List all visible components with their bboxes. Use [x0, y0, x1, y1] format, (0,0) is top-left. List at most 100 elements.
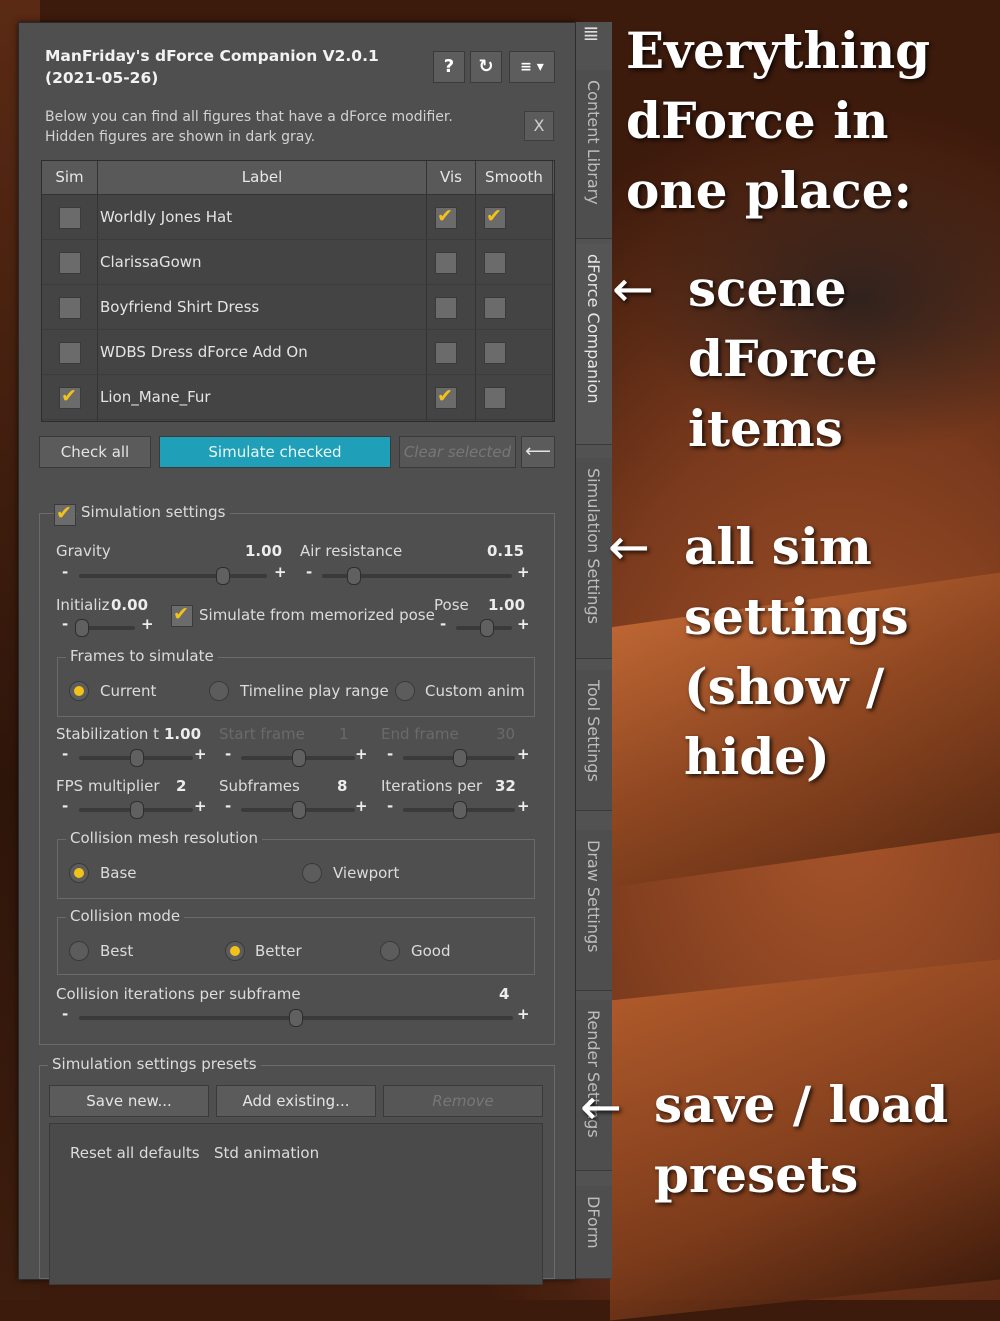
sim-checkbox[interactable] [59, 342, 81, 364]
end-frame-slider[interactable] [403, 749, 515, 767]
remove-preset-button[interactable]: Remove [383, 1085, 543, 1117]
stabilization-slider[interactable] [79, 749, 193, 767]
add-existing-preset-button[interactable]: Add existing... [216, 1085, 376, 1117]
smooth-checkbox[interactable] [484, 205, 506, 229]
frames-custom-radio[interactable] [395, 681, 415, 701]
tab-dform[interactable]: DForm [576, 1186, 612, 1279]
fps-multiplier-increase[interactable]: + [194, 797, 207, 815]
refresh-button[interactable]: ↻ [470, 51, 502, 83]
save-new-preset-button[interactable]: Save new... [49, 1085, 209, 1117]
initialize-decrease[interactable]: - [62, 615, 68, 633]
mode-better-radio[interactable] [225, 941, 245, 961]
smooth-checkbox[interactable] [484, 387, 506, 409]
gravity-decrease[interactable]: - [62, 563, 68, 581]
gravity-slider-handle[interactable] [216, 567, 230, 585]
subframes-slider-handle[interactable] [292, 801, 306, 819]
air-resistance-slider-handle[interactable] [347, 567, 361, 585]
collision-iterations-slider-handle[interactable] [289, 1009, 303, 1027]
mode-good-radio[interactable] [380, 941, 400, 961]
start-frame-decrease[interactable]: - [225, 745, 231, 763]
sim-checkbox[interactable] [59, 252, 81, 274]
table-row[interactable]: ClarissaGown [42, 240, 554, 285]
sim-checkbox[interactable] [59, 297, 81, 319]
tab-dforce-companion[interactable]: dForce Companion [576, 244, 612, 445]
column-sim[interactable]: Sim [42, 161, 98, 194]
gravity-increase[interactable]: + [274, 563, 287, 581]
subframes-slider[interactable] [241, 801, 355, 819]
vis-checkbox[interactable] [435, 297, 457, 319]
iterations-slider-handle[interactable] [453, 801, 467, 819]
air-resistance-increase[interactable]: + [517, 563, 530, 581]
back-arrow-button[interactable]: ⟵ [521, 436, 555, 468]
smooth-checkbox[interactable] [484, 297, 506, 319]
initialize-slider-handle[interactable] [75, 619, 89, 637]
vis-checkbox[interactable] [435, 385, 457, 409]
pose-decrease[interactable]: - [440, 615, 446, 633]
sim-checkbox[interactable] [59, 385, 81, 409]
stabilization-slider-handle[interactable] [130, 749, 144, 767]
gravity-slider[interactable] [79, 567, 267, 585]
smooth-checkbox[interactable] [484, 342, 506, 364]
subframes-decrease[interactable]: - [225, 797, 231, 815]
start-frame-increase[interactable]: + [355, 745, 368, 763]
tab-menu-icon[interactable]: ≣ [580, 22, 602, 44]
initialize-slider[interactable] [75, 619, 135, 637]
column-smooth[interactable]: Smooth [476, 161, 552, 194]
collision-iterations-decrease[interactable]: - [62, 1005, 68, 1023]
collision-iterations-increase[interactable]: + [517, 1005, 530, 1023]
vis-checkbox[interactable] [435, 252, 457, 274]
start-frame-slider[interactable] [241, 749, 355, 767]
table-row[interactable]: Worldly Jones Hat [42, 195, 554, 240]
clear-selected-button[interactable]: Clear selected [399, 436, 516, 468]
preset-item-std-animation[interactable]: Std animation [214, 1144, 319, 1162]
collision-iterations-slider[interactable] [79, 1009, 513, 1027]
mode-best-radio[interactable] [69, 941, 89, 961]
column-label[interactable]: Label [98, 161, 427, 194]
pose-slider[interactable] [456, 619, 512, 637]
smooth-checkbox[interactable] [484, 252, 506, 274]
check-all-button[interactable]: Check all [39, 436, 151, 468]
pose-slider-handle[interactable] [480, 619, 494, 637]
end-frame-decrease[interactable]: - [387, 745, 393, 763]
memorized-pose-checkbox[interactable] [171, 603, 193, 627]
initialize-increase[interactable]: + [141, 615, 154, 633]
column-vis[interactable]: Vis [427, 161, 476, 194]
fps-multiplier-slider[interactable] [79, 801, 193, 819]
panel-menu-button[interactable]: ≡ ▾ [509, 51, 555, 83]
pose-increase[interactable]: + [517, 615, 530, 633]
end-frame-slider-handle[interactable] [453, 749, 467, 767]
iterations-slider[interactable] [403, 801, 515, 819]
air-resistance-decrease[interactable]: - [306, 563, 312, 581]
memorized-pose-label: Simulate from memorized pose [199, 606, 435, 624]
stabilization-increase[interactable]: + [194, 745, 207, 763]
mesh-base-radio[interactable] [69, 863, 89, 883]
mesh-viewport-radio[interactable] [302, 863, 322, 883]
vis-checkbox[interactable] [435, 205, 457, 229]
fps-multiplier-decrease[interactable]: - [62, 797, 68, 815]
table-row[interactable]: Lion_Mane_Fur [42, 375, 554, 420]
iterations-decrease[interactable]: - [387, 797, 393, 815]
close-button[interactable]: X [524, 111, 554, 141]
tab-tool-settings[interactable]: Tool Settings [576, 670, 612, 811]
table-row[interactable]: Boyfriend Shirt Dress [42, 285, 554, 330]
stabilization-decrease[interactable]: - [62, 745, 68, 763]
air-resistance-slider[interactable] [322, 567, 512, 585]
start-frame-slider-handle[interactable] [292, 749, 306, 767]
help-button[interactable]: ? [433, 51, 465, 83]
tab-simulation-settings[interactable]: Simulation Settings [576, 458, 612, 659]
vis-checkbox[interactable] [435, 342, 457, 364]
tab-content-library[interactable]: Content Library [576, 70, 612, 239]
table-row[interactable]: WDBS Dress dForce Add On [42, 330, 554, 375]
subframes-increase[interactable]: + [355, 797, 368, 815]
preset-item-reset-defaults[interactable]: Reset all defaults [70, 1144, 200, 1162]
end-frame-increase[interactable]: + [517, 745, 530, 763]
fps-multiplier-slider-handle[interactable] [130, 801, 144, 819]
simulate-checked-button[interactable]: Simulate checked [159, 436, 391, 468]
simulation-settings-toggle[interactable] [54, 502, 76, 526]
tab-draw-settings[interactable]: Draw Settings [576, 830, 612, 991]
iterations-increase[interactable]: + [517, 797, 530, 815]
frames-current-radio[interactable] [69, 681, 89, 701]
sim-checkbox[interactable] [59, 207, 81, 229]
annotation-headline-line: Everything [626, 21, 931, 80]
frames-timeline-radio[interactable] [209, 681, 229, 701]
